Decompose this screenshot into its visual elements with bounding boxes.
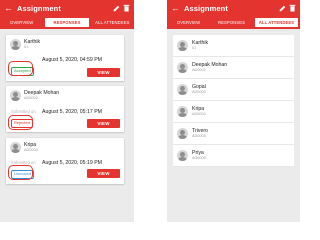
avatar (177, 128, 188, 139)
status-badge: Accepted (11, 67, 34, 76)
tab-responses[interactable]: RESPONSES (44, 17, 90, 29)
avatar (177, 62, 188, 73)
tab-responses[interactable]: RESPONSES (210, 16, 253, 29)
attendee-list: Karthik 01 Deepak Mohan AD0002 Gopal AD0… (173, 35, 294, 167)
status-badge: Unmoved (11, 170, 35, 179)
list-item[interactable]: Deepak Mohan AD0002 (173, 57, 294, 79)
status-badge: Rejected (11, 119, 33, 128)
app-bar: ← Assignment (0, 0, 134, 16)
view-button[interactable]: VIEW (87, 119, 120, 128)
arrow-back-icon[interactable]: ← (171, 3, 181, 13)
submitted-on-label: Submitted on (11, 160, 36, 165)
submitted-date: August 5, 2020, 05:19 PM (42, 160, 102, 166)
list-item[interactable]: Kripa AD0004 (173, 101, 294, 123)
attendee-id: 01 (192, 46, 197, 50)
avatar (177, 150, 188, 161)
attendees-screen: ← Assignment OVERVIEW RESPONSES ALL ATTE… (167, 0, 300, 222)
avatar (177, 40, 188, 51)
avatar (177, 84, 188, 95)
list-item[interactable]: Gopal AD0003 (173, 79, 294, 101)
response-card[interactable]: Karthik 01 Accepted August 5, 2020, 04:5… (6, 35, 124, 81)
page-title: Assignment (17, 3, 61, 13)
student-id: 01 (24, 45, 29, 49)
avatar (10, 90, 21, 101)
page-title: Assignment (184, 3, 228, 13)
submitted-date: August 5, 2020, 05:17 PM (42, 109, 102, 115)
submitted-date: August 5, 2020, 04:59 PM (42, 57, 102, 63)
attendee-id: AD0004 (192, 112, 206, 116)
edit-icon[interactable] (113, 5, 120, 12)
list-item[interactable]: Priya AD0006 (173, 145, 294, 167)
attendee-id: AD0006 (192, 156, 206, 160)
tab-overview[interactable]: OVERVIEW (167, 16, 210, 29)
tab-all-attendees[interactable]: ALL ATTENDEES (91, 16, 134, 29)
tab-bar: OVERVIEW RESPONSES ALL ATTENDEES (0, 16, 134, 29)
tab-all-attendees[interactable]: ALL ATTENDEES (254, 17, 299, 29)
tab-bar: OVERVIEW RESPONSES ALL ATTENDEES (167, 16, 300, 29)
avatar (177, 106, 188, 117)
edit-icon[interactable] (279, 5, 286, 12)
delete-icon[interactable] (289, 4, 296, 12)
attendee-id: AD0003 (192, 90, 206, 94)
arrow-back-icon[interactable]: ← (4, 3, 14, 13)
view-button[interactable]: VIEW (87, 169, 120, 178)
response-card[interactable]: Deepak Mohan AD0002 Submitted on Rejecte… (6, 86, 124, 132)
list-item[interactable]: Karthik 01 (173, 35, 294, 57)
tab-overview[interactable]: OVERVIEW (0, 16, 43, 29)
submitted-on-label: Submitted on (11, 109, 36, 114)
response-card[interactable]: Kripa AD0004 Submitted on Unmoved August… (6, 138, 124, 184)
avatar (10, 142, 21, 153)
delete-icon[interactable] (123, 4, 130, 12)
attendee-id: AD0002 (192, 68, 206, 72)
app-bar: ← Assignment (167, 0, 300, 16)
list-item[interactable]: Trivero AD0005 (173, 123, 294, 145)
responses-screen: ← Assignment OVERVIEW RESPONSES ALL ATTE… (0, 0, 134, 222)
view-button[interactable]: VIEW (87, 68, 120, 77)
student-id: AD0004 (24, 148, 38, 152)
attendee-id: AD0005 (192, 134, 206, 138)
student-id: AD0002 (24, 96, 38, 100)
avatar (10, 39, 21, 50)
